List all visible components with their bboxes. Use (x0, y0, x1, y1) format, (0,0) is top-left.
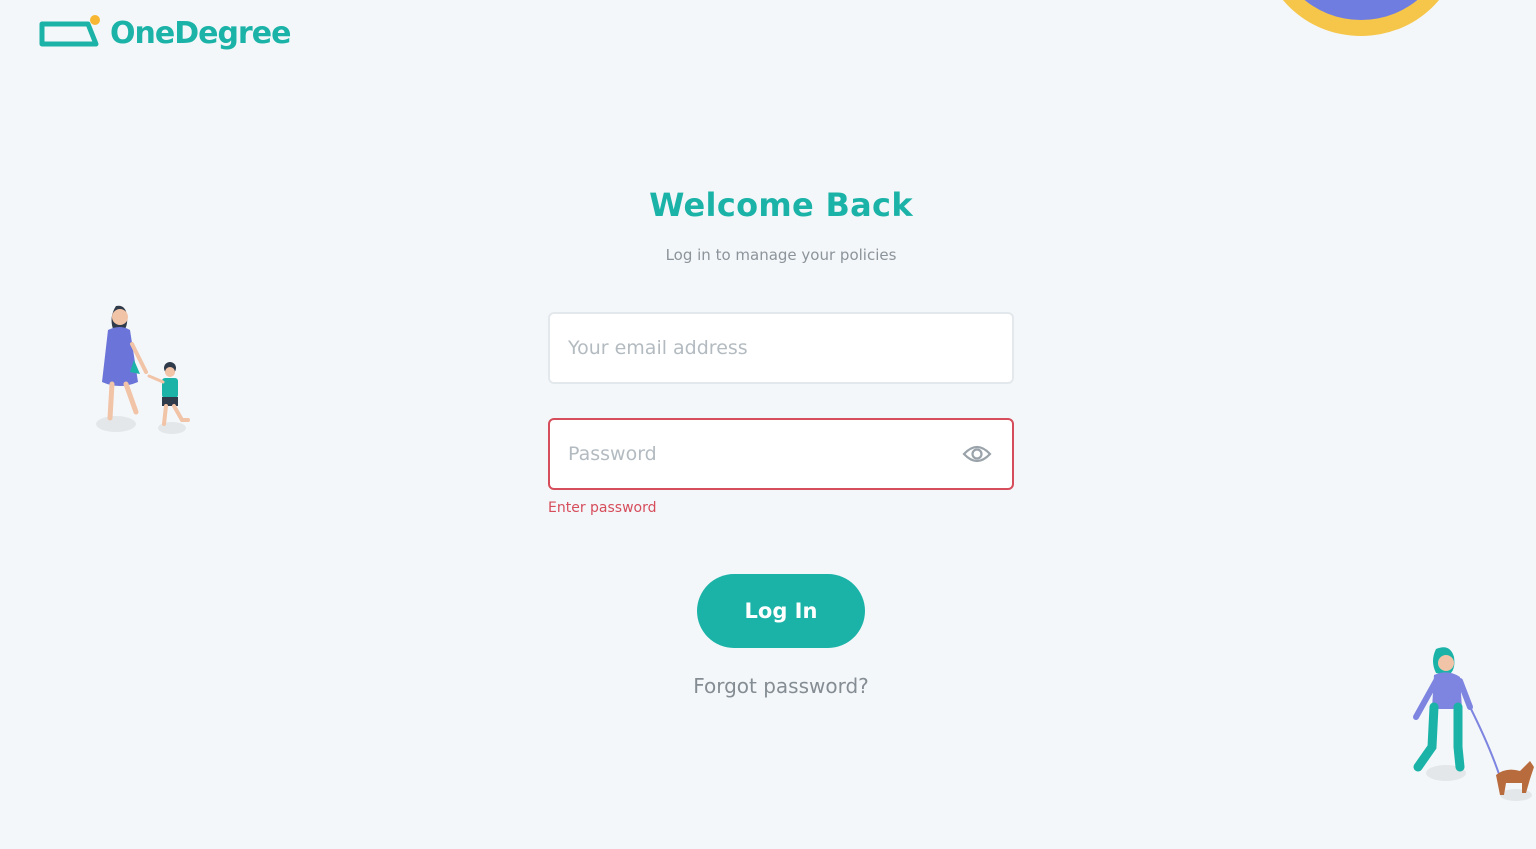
eye-icon[interactable] (962, 442, 992, 466)
brand-name: OneDegree (110, 16, 291, 51)
password-error-message: Enter password (548, 500, 657, 516)
password-input[interactable] (568, 420, 948, 488)
mother-and-child-illustration (96, 305, 190, 434)
email-input[interactable] (568, 314, 948, 382)
brand-logo[interactable]: OneDegree (38, 14, 291, 54)
page-subtitle: Log in to manage your policies (665, 246, 897, 264)
forgot-password-link[interactable]: Forgot password? (0, 674, 1536, 698)
password-field[interactable] (548, 418, 1014, 490)
woman-walking-dog-illustration (1413, 647, 1534, 801)
logo-mark-icon (39, 15, 100, 47)
decorative-circle-illustration (1282, 0, 1440, 36)
email-field[interactable] (548, 312, 1014, 384)
page-title: Welcome Back (649, 186, 913, 224)
login-button[interactable]: Log In (697, 574, 865, 648)
